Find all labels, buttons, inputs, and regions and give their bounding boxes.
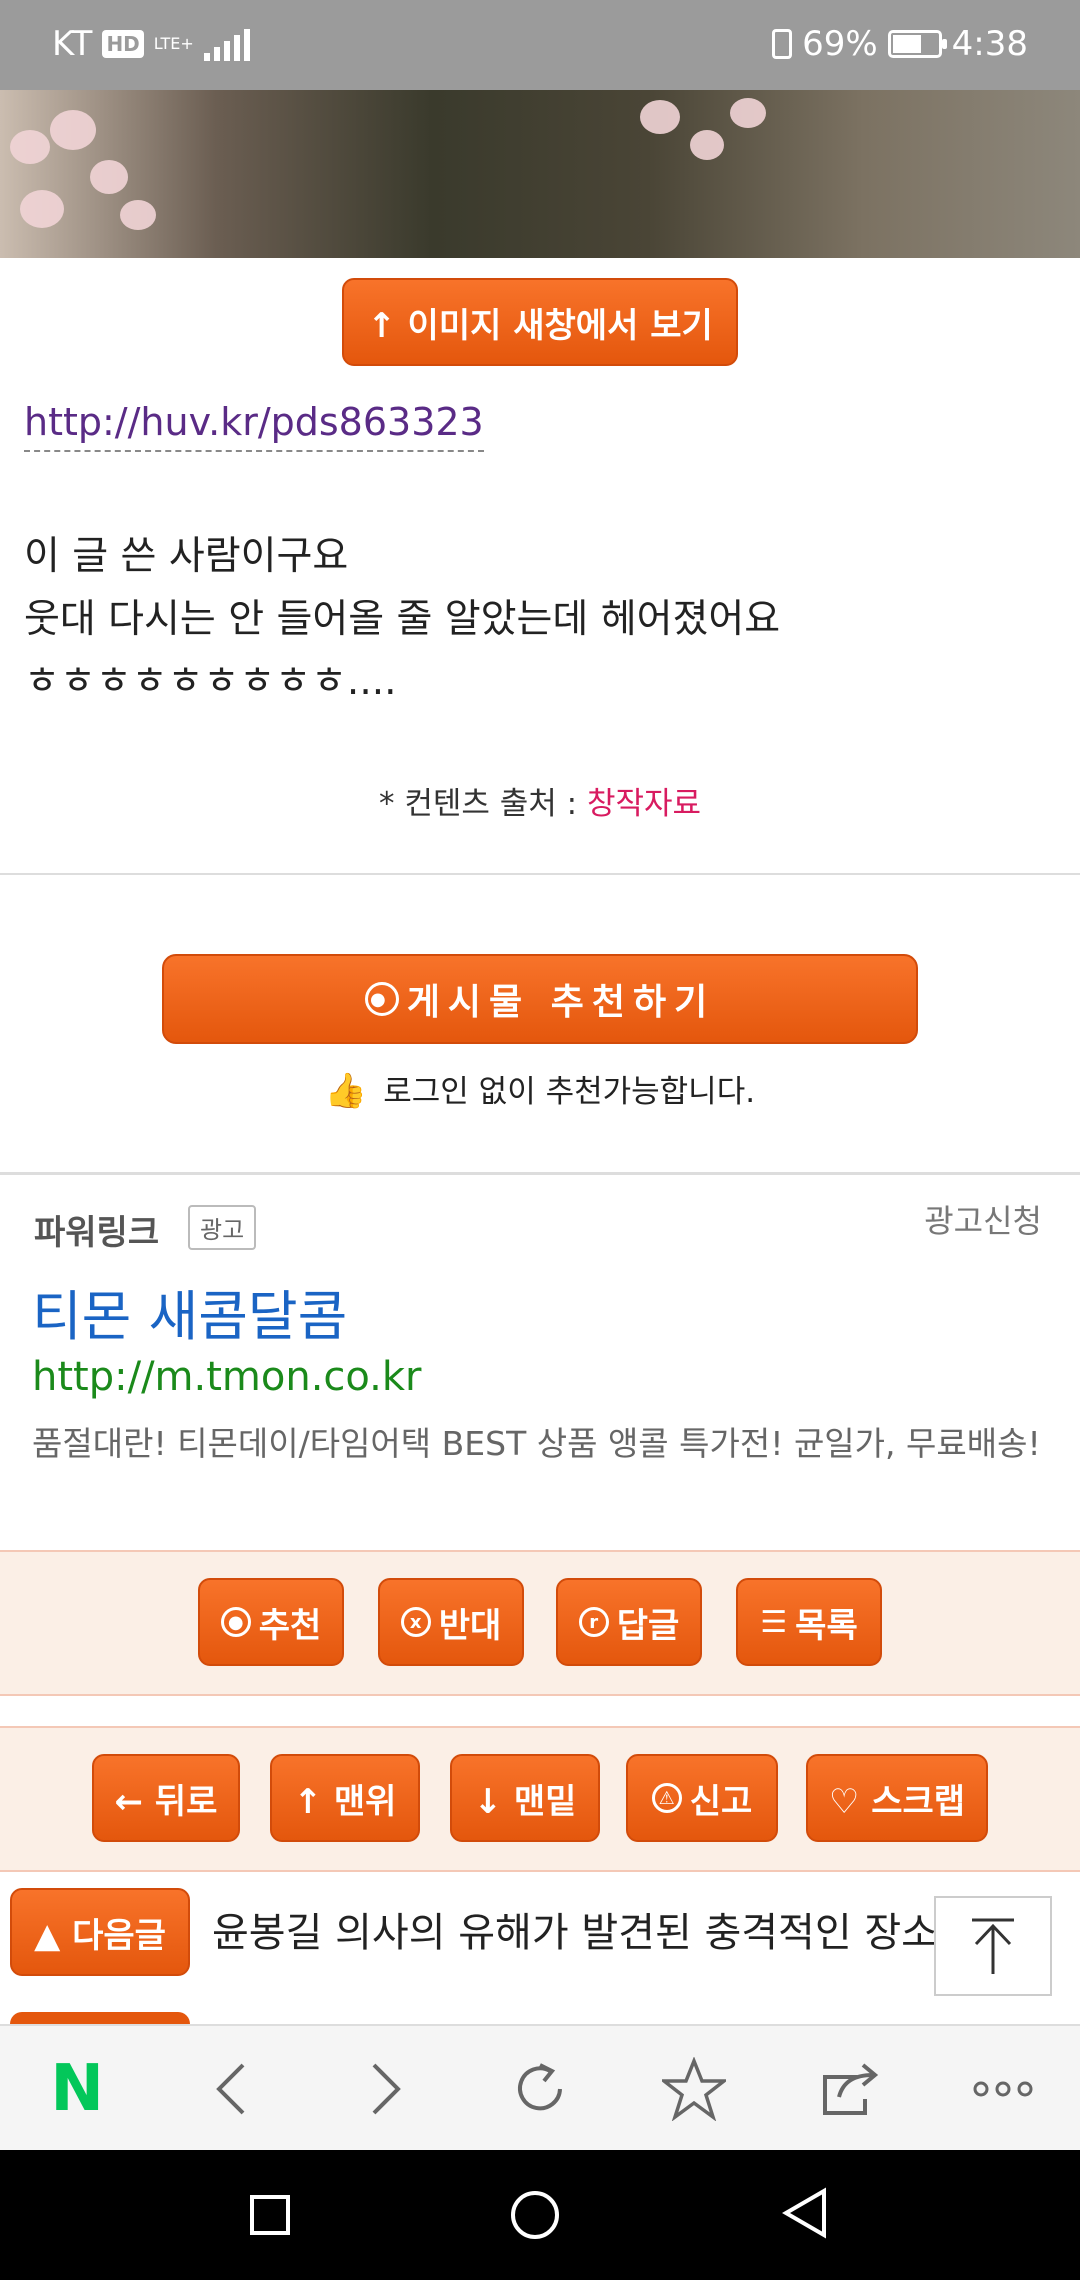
arrow-up-icon [972,1918,1014,1974]
ad-url[interactable]: http://m.tmon.co.kr [32,1354,422,1400]
report-label: 신고 [689,1781,753,1822]
star-icon[interactable] [644,2039,744,2139]
home-icon[interactable] [510,2191,559,2239]
recommend-button[interactable]: ● 추천 [198,1578,344,1666]
reply-button[interactable]: r 답글 [556,1578,702,1666]
content-source: * 컨텐츠 출처 : 창작자료 [0,778,1080,823]
post-text-line-3: ㅎㅎㅎㅎㅎㅎㅎㅎㅎ.... [24,659,397,704]
ad-badge: 광고 [188,1205,257,1250]
refresh-icon[interactable] [490,2039,590,2139]
oppose-button[interactable]: x 반대 [378,1578,524,1666]
list-button[interactable]: ☰ 목록 [736,1578,882,1666]
back-nav-icon[interactable] [780,2187,830,2243]
post-action-bar: ● 추천 x 반대 r 답글 ☰ 목록 [0,1550,1080,1696]
vibrate-icon [772,29,793,59]
ad-brand: 파워링크 [34,1213,160,1253]
battery-percent: 69% [802,24,878,64]
naver-logo: N [50,2052,104,2126]
recommend-label: 추천 [258,1605,322,1646]
lte-label: LTE+ [153,34,194,53]
post-image[interactable] [0,90,1080,258]
list-label: 목록 [795,1605,858,1646]
back-icon[interactable] [181,2039,281,2139]
system-nav-bar [0,2150,1080,2280]
naver-n-icon[interactable]: N [27,2039,127,2139]
circle-x-icon: x [400,1607,431,1637]
bottom-button[interactable]: ↓ 맨밑 [450,1754,600,1842]
status-bar: KT HD LTE+ 69% 4:38 [0,0,1080,90]
browser-toolbar: N [0,2024,1080,2152]
report-button[interactable]: ⚠ 신고 [626,1754,778,1842]
source-link[interactable]: http://huv.kr/pds863323 [24,400,484,452]
thumbs-up-icon: 👍 [324,1071,368,1111]
signal-icon [203,27,258,61]
more-icon[interactable] [953,2039,1053,2139]
recommend-post-button[interactable]: ● 게시물 추천하기 [162,954,918,1044]
clock: 4:38 [951,24,1028,64]
recommend-label: 게시물 추천하기 [406,982,716,1023]
next-post-title[interactable]: 윤봉길 의사의 유해가 발견된 충격적인 장소 [212,1900,972,1958]
scroll-to-top-button[interactable] [934,1896,1052,1996]
report-icon: ⚠ [651,1783,682,1813]
source-value[interactable]: 창작자료 [587,786,701,822]
post-text-line-1: 이 글 쓴 사람이구요 [24,534,349,579]
ad-description[interactable]: 품절대란! 티몬데이/타임어택 BEST 상품 앵콜 특가전! 균일가, 무료배… [32,1418,1052,1470]
divider [0,1172,1080,1175]
share-icon[interactable] [799,2039,899,2139]
scrap-button[interactable]: ♡ 스크랩 [806,1754,988,1842]
divider [0,873,1080,875]
source-prefix: * 컨텐츠 출처 : [378,786,587,822]
hd-icon: HD [102,30,144,58]
recommend-icon: ● [364,982,399,1016]
circle-o-icon: ● [220,1607,251,1637]
ad-headline[interactable]: 티몬 새콤달콤 [32,1272,347,1351]
circle-r-icon: r [578,1607,609,1637]
recommend-note: 👍 로그인 없이 추천가능합니다. [0,1066,1080,1111]
list-icon: ☰ [760,1604,788,1640]
forward-icon[interactable] [336,2039,436,2139]
back-button[interactable]: ← 뒤로 [92,1754,240,1842]
next-post-button[interactable]: ▲ 다음글 [10,1888,190,1976]
oppose-label: 반대 [438,1605,502,1646]
recent-apps-icon[interactable] [250,2195,291,2235]
post-text-line-2: 웃대 다시는 안 들어올 줄 알았는데 헤어졌어요 [24,597,781,642]
navigation-action-bar: ← 뒤로 ↑ 맨위 ↓ 맨밑 ⚠ 신고 ♡ 스크랩 [0,1726,1080,1872]
reply-label: 답글 [616,1605,680,1646]
ad-apply-link[interactable]: 광고신청 [924,1196,1042,1242]
top-button[interactable]: ↑ 맨위 [270,1754,420,1842]
open-image-new-window-button[interactable]: ↑ 이미지 새창에서 보기 [342,278,738,366]
battery-icon [887,30,947,58]
recommend-note-text: 로그인 없이 추천가능합니다. [383,1074,756,1110]
carrier: KT [52,24,93,64]
